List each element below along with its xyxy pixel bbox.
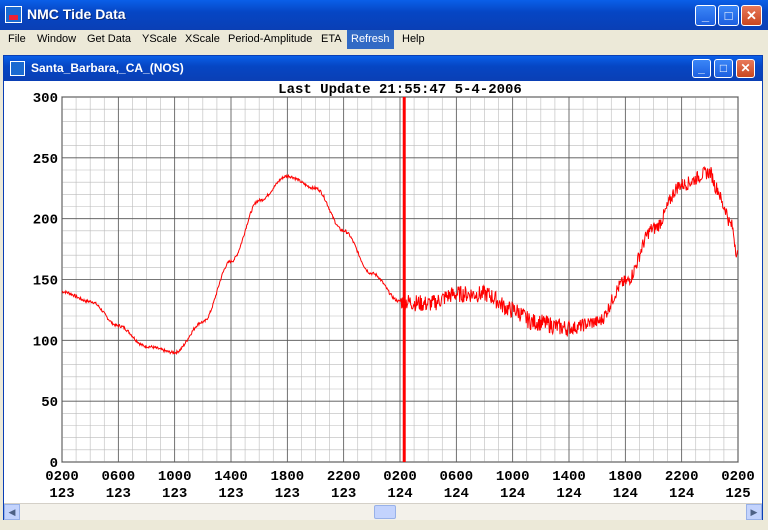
menu-file[interactable]: File: [4, 30, 30, 49]
menu-window[interactable]: Window: [33, 30, 80, 49]
x-tick-time: 1400: [214, 469, 248, 485]
x-tick-day: 124: [444, 486, 469, 502]
menu-xscale[interactable]: XScale: [181, 30, 224, 49]
x-tick-day: 124: [556, 486, 581, 502]
scroll-thumb[interactable]: [374, 505, 396, 519]
close-button[interactable]: ✕: [741, 5, 762, 26]
app-title: NMC Tide Data: [27, 6, 126, 22]
x-tick-day: 123: [331, 486, 356, 502]
app-bottom-edge: [0, 520, 768, 530]
x-tick-time: 0200: [45, 469, 79, 485]
x-tick-day: 124: [613, 486, 638, 502]
x-tick-time: 1000: [496, 469, 530, 485]
app-titlebar[interactable]: NMC Tide Data _ □ ✕: [0, 0, 768, 30]
station-title: Santa_Barbara,_CA_(NOS): [31, 61, 184, 75]
x-tick-day: 123: [162, 486, 187, 502]
x-tick-time: 2200: [665, 469, 699, 485]
x-tick-day: 124: [669, 486, 694, 502]
scroll-left-icon[interactable]: ◀: [4, 504, 20, 520]
menu-refresh[interactable]: Refresh: [347, 30, 394, 49]
x-tick-day: 123: [49, 486, 74, 502]
menu-help[interactable]: Help: [398, 30, 429, 49]
tide-chart: 0501001502002503000200123060012310001231…: [33, 82, 755, 502]
x-tick-time: 0600: [102, 469, 136, 485]
y-tick-label: 250: [33, 152, 58, 168]
x-tick-time: 0200: [721, 469, 755, 485]
x-tick-day: 123: [275, 486, 300, 502]
maximize-button[interactable]: □: [718, 5, 739, 26]
x-tick-time: 1000: [158, 469, 192, 485]
menu-yscale[interactable]: YScale: [138, 30, 181, 49]
y-tick-label: 100: [33, 334, 58, 350]
station-window: Santa_Barbara,_CA_(NOS) _ □ ✕ 0 50 100 150 2…: [3, 55, 763, 520]
menu-bar: File Window Get Data YScale XScale Perio…: [0, 30, 768, 49]
x-tick-time: 2200: [327, 469, 361, 485]
x-tick-day: 123: [218, 486, 243, 502]
x-tick-day: 125: [725, 486, 750, 502]
y-tick-label: 200: [33, 213, 58, 229]
x-tick-time: 1400: [552, 469, 586, 485]
app-icon: [5, 6, 22, 23]
menu-get-data[interactable]: Get Data: [83, 30, 135, 49]
scroll-right-icon[interactable]: ▶: [746, 504, 762, 520]
x-tick-time: 0200: [383, 469, 417, 485]
x-tick-time: 0600: [440, 469, 474, 485]
horizontal-scrollbar[interactable]: ◀ ▶: [4, 503, 762, 520]
x-tick-time: 1800: [271, 469, 305, 485]
x-tick-day: 124: [500, 486, 525, 502]
child-maximize-button[interactable]: □: [714, 59, 733, 78]
x-tick-time: 1800: [609, 469, 643, 485]
minimize-button[interactable]: _: [695, 5, 716, 26]
menu-eta[interactable]: ETA: [317, 30, 346, 49]
y-tick-label: 300: [33, 91, 58, 107]
child-minimize-button[interactable]: _: [692, 59, 711, 78]
chart-title: Last Update 21:55:47 5-4-2006: [278, 82, 522, 98]
y-tick-label: 50: [41, 395, 58, 411]
x-tick-day: 124: [387, 486, 412, 502]
y-tick-label: 150: [33, 274, 58, 290]
x-tick-day: 123: [106, 486, 131, 502]
menu-period-amplitude[interactable]: Period-Amplitude: [224, 30, 316, 49]
child-close-button[interactable]: ✕: [736, 59, 755, 78]
station-window-titlebar[interactable]: Santa_Barbara,_CA_(NOS) _ □ ✕: [4, 56, 762, 81]
station-icon: [10, 61, 25, 76]
